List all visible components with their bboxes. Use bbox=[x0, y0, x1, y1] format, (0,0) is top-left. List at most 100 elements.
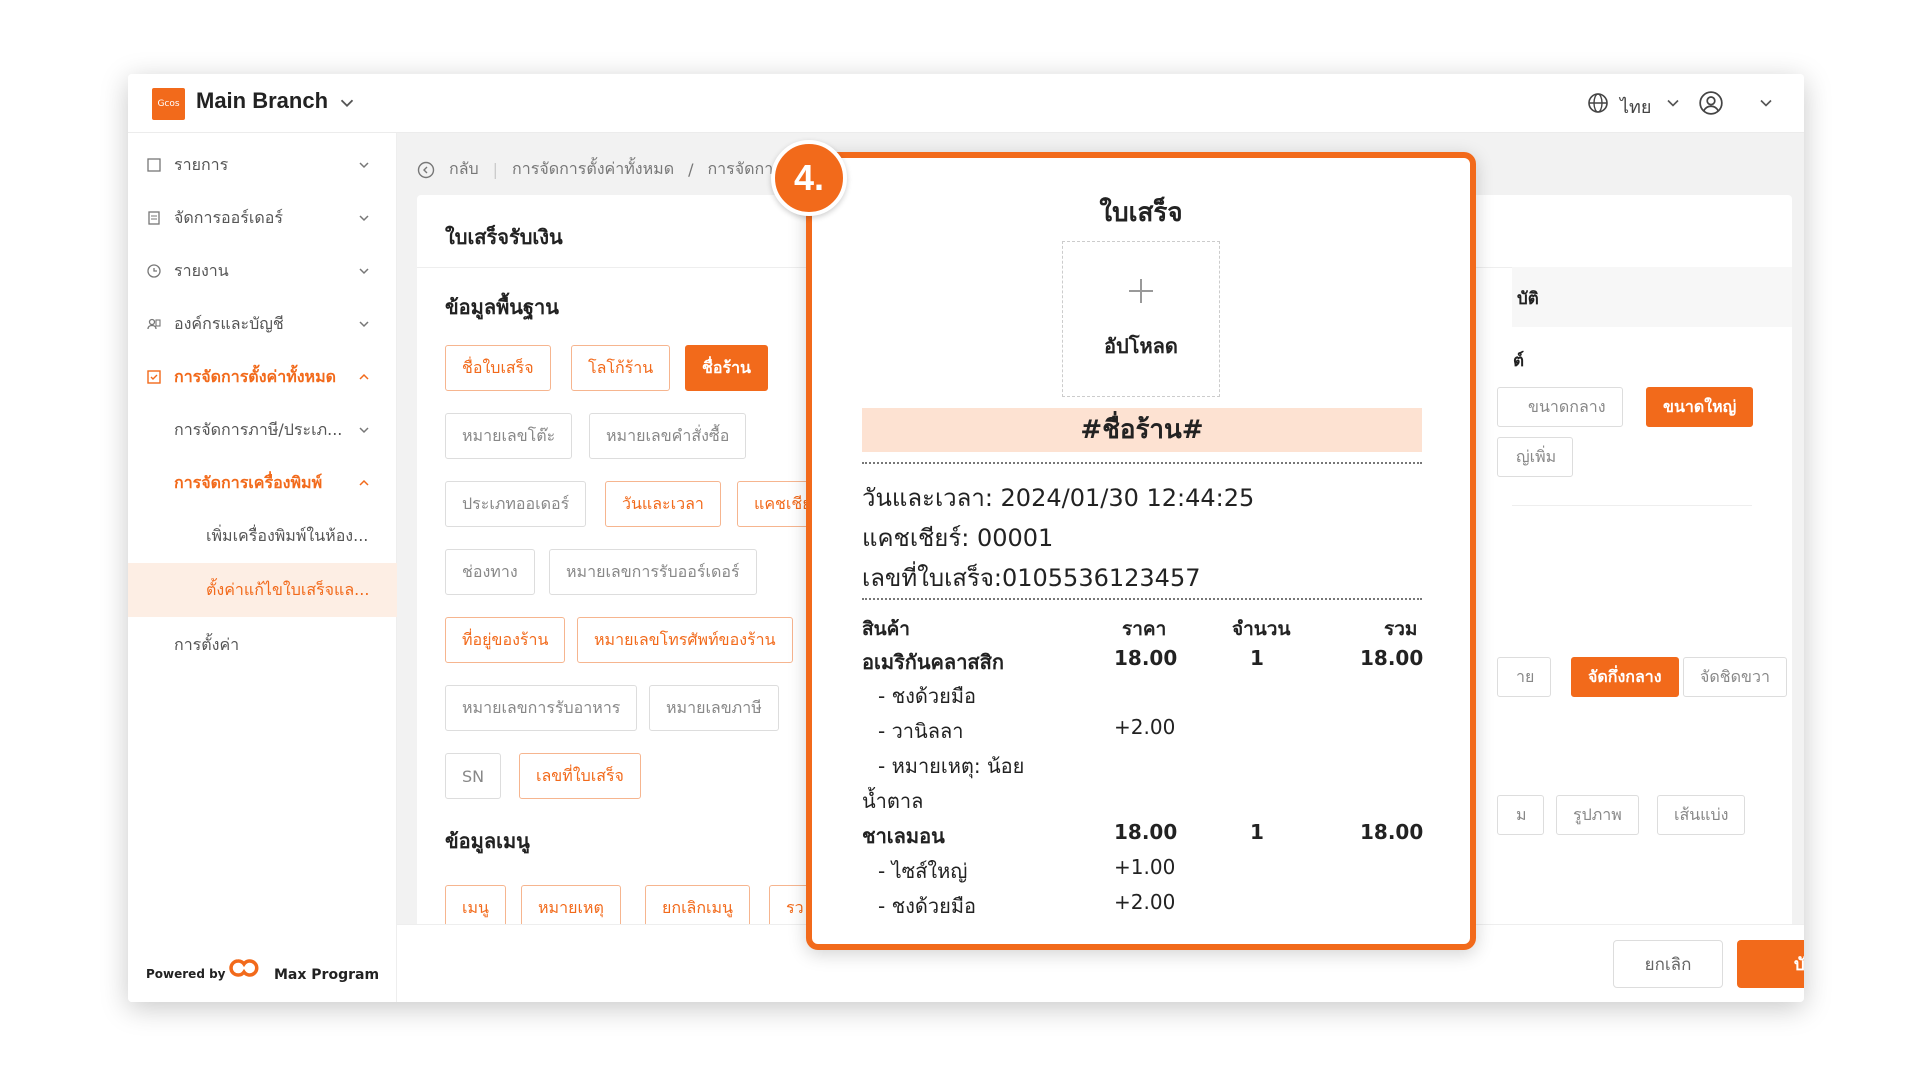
sidebar-item-label: องค์กรและบัญชี bbox=[174, 313, 284, 333]
chevron-up-icon bbox=[359, 479, 369, 486]
receipt-title: ใบเสร็จ bbox=[1099, 198, 1183, 228]
column-item: สินค้า bbox=[862, 618, 910, 640]
type-partial-option[interactable]: ม bbox=[1497, 795, 1544, 835]
breadcrumb-separator: | bbox=[492, 160, 499, 179]
size-medium-option[interactable]: ขนาดกลาง bbox=[1497, 387, 1623, 427]
back-link[interactable]: กลับ bbox=[449, 157, 479, 182]
cancel-button[interactable]: ยกเลิก bbox=[1613, 940, 1723, 988]
breadcrumb: กลับ | การจัดการตั้งค่าทั้งหมด / การจัดก… bbox=[417, 157, 782, 182]
sidebar-item-orders[interactable]: จัดการออร์เดอร์ bbox=[128, 192, 397, 244]
top-bar: Gcos Main Branch ไทย bbox=[128, 74, 1804, 133]
section-title-basic: ข้อมูลพื้นฐาน bbox=[445, 295, 559, 319]
back-arrow-icon[interactable] bbox=[417, 161, 435, 179]
item-price: 18.00 bbox=[1114, 820, 1178, 844]
sidebar-item-settings-management[interactable]: การจัดการตั้งค่าทั้งหมด bbox=[128, 351, 397, 403]
chip-shop-logo[interactable]: โลโก้ร้าน bbox=[571, 345, 671, 391]
size-extra-large-option[interactable]: ญ่เพิ่ม bbox=[1497, 437, 1574, 477]
receipt-shop-name: #ชื่อร้าน# bbox=[862, 408, 1422, 452]
item-modifier: - ชงด้วยมือ bbox=[878, 684, 977, 708]
chevron-down-icon bbox=[359, 427, 369, 434]
item-name: ชาเลมอน bbox=[862, 824, 945, 848]
chevron-up-icon bbox=[359, 373, 369, 380]
user-avatar-icon[interactable] bbox=[1698, 90, 1724, 116]
receipt-datetime: วันและเวลา: 2024/01/30 12:44:25 bbox=[862, 484, 1255, 512]
chevron-down-icon bbox=[359, 162, 369, 169]
chip-receipt-name[interactable]: ชื่อใบเสร็จ bbox=[445, 345, 551, 391]
chevron-down-icon[interactable] bbox=[1663, 93, 1683, 113]
upload-label: อัปโหลด bbox=[1104, 334, 1178, 358]
type-image-option[interactable]: รูปภาพ bbox=[1556, 795, 1639, 835]
globe-icon[interactable] bbox=[1586, 91, 1610, 115]
sidebar-item-label: การตั้งค่า bbox=[174, 634, 240, 654]
item-modifier: - ไซส์ใหญ่ bbox=[878, 859, 968, 883]
align-center-option[interactable]: จัดกึ่งกลาง bbox=[1571, 657, 1679, 697]
chevron-down-icon bbox=[359, 268, 369, 275]
chip-order-number[interactable]: หมายเลขคำสั่งซื้อ bbox=[589, 413, 747, 459]
chip-pickup-order-number[interactable]: หมายเลขการรับออร์เดอร์ bbox=[549, 549, 757, 595]
sidebar-item-label: เพิ่มเครื่องพิมพ์ในห้อง... bbox=[206, 525, 369, 545]
divider bbox=[1512, 505, 1752, 506]
sidebar-item-printer-management[interactable]: การจัดการเครื่องพิมพ์ bbox=[128, 457, 397, 509]
sidebar-item-label: ตั้งค่าแก้ไขใบเสร็จแล... bbox=[206, 579, 370, 599]
chip-sn[interactable]: SN bbox=[445, 753, 502, 799]
powered-by-label: Powered by bbox=[146, 967, 226, 981]
sidebar-item-organization[interactable]: องค์กรและบัญชี bbox=[128, 298, 397, 350]
chip-shop-address[interactable]: ที่อยู่ของร้าน bbox=[445, 617, 566, 663]
sidebar-item-tax-management[interactable]: การจัดการภาษี/ประเภ... bbox=[128, 404, 397, 456]
sidebar-item-label: การจัดการเครื่องพิมพ์ bbox=[174, 472, 323, 492]
save-button[interactable]: บันทึก bbox=[1737, 940, 1804, 988]
item-total: 18.00 bbox=[1360, 820, 1424, 844]
chip-channel[interactable]: ช่องทาง bbox=[445, 549, 535, 595]
dotted-divider bbox=[862, 598, 1422, 600]
align-left-option[interactable]: าย bbox=[1497, 657, 1552, 697]
align-right-option[interactable]: จัดชิดขวา bbox=[1683, 657, 1787, 697]
item-modifier: น้ำตาล bbox=[862, 789, 924, 813]
chevron-down-icon bbox=[359, 321, 369, 328]
sidebar-item-list[interactable]: รายการ bbox=[128, 139, 397, 191]
sidebar-item-add-printer[interactable]: เพิ่มเครื่องพิมพ์ในห้อง... bbox=[128, 510, 397, 562]
chevron-down-icon[interactable] bbox=[1756, 93, 1776, 113]
item-name: อเมริกันคลาสสิก bbox=[862, 650, 1004, 674]
users-icon bbox=[147, 318, 161, 330]
column-price: ราคา bbox=[1122, 618, 1167, 640]
sidebar-item-general-settings[interactable]: การตั้งค่า bbox=[128, 619, 397, 671]
settings-box-icon bbox=[147, 370, 161, 384]
properties-panel-header: บัติ bbox=[1512, 267, 1792, 327]
clipboard-icon bbox=[148, 211, 160, 225]
font-size-label: ต์ bbox=[1513, 351, 1525, 371]
section-title-menu: ข้อมูลเมนู bbox=[445, 829, 530, 853]
chevron-down-icon bbox=[359, 215, 369, 222]
item-qty: 1 bbox=[1250, 820, 1264, 844]
sidebar-item-label: จัดการออร์เดอร์ bbox=[174, 207, 283, 227]
sidebar-item-reports[interactable]: รายงาน bbox=[128, 245, 397, 297]
chevron-down-icon[interactable] bbox=[336, 92, 358, 114]
modifier-price: +2.00 bbox=[1114, 890, 1176, 914]
branch-selector[interactable]: Main Branch bbox=[196, 88, 328, 114]
chip-food-pickup-number[interactable]: หมายเลขการรับอาหาร bbox=[445, 685, 638, 731]
sidebar-item-receipt-settings[interactable]: ตั้งค่าแก้ไขใบเสร็จแล... bbox=[128, 563, 397, 617]
modifier-price: +1.00 bbox=[1114, 855, 1176, 879]
type-divider-option[interactable]: เส้นแบ่ง bbox=[1657, 795, 1746, 835]
modifier-price: +2.00 bbox=[1114, 715, 1176, 739]
chip-shop-name[interactable]: ชื่อร้าน bbox=[685, 345, 768, 391]
plus-icon bbox=[1129, 279, 1153, 303]
chip-order-type[interactable]: ประเภทออเดอร์ bbox=[445, 481, 587, 527]
chip-shop-phone[interactable]: หมายเลขโทรศัพท์ของร้าน bbox=[577, 617, 793, 663]
chip-tax-number[interactable]: หมายเลขภาษี bbox=[649, 685, 779, 731]
checkbox-icon bbox=[147, 158, 161, 172]
column-total: รวม bbox=[1384, 618, 1418, 640]
breadcrumb-level1[interactable]: การจัดการตั้งค่าทั้งหมด bbox=[512, 157, 674, 182]
chip-date-time[interactable]: วันและเวลา bbox=[605, 481, 721, 527]
chip-table-number[interactable]: หมายเลขโต๊ะ bbox=[445, 413, 573, 459]
item-qty: 1 bbox=[1250, 646, 1264, 670]
logo-upload-box[interactable]: อัปโหลด bbox=[1062, 241, 1220, 397]
size-large-option[interactable]: ขนาดใหญ่ bbox=[1646, 387, 1754, 427]
item-price: 18.00 bbox=[1114, 646, 1178, 670]
sidebar-item-label: รายการ bbox=[174, 154, 229, 174]
language-selector[interactable]: ไทย bbox=[1620, 92, 1651, 121]
item-modifier: - วานิลลา bbox=[878, 719, 964, 743]
properties-title: บัติ bbox=[1517, 289, 1539, 309]
breadcrumb-separator: / bbox=[688, 160, 694, 179]
chip-receipt-number[interactable]: เลขที่ใบเสร็จ bbox=[519, 753, 641, 799]
step-number-badge: 4. bbox=[771, 140, 847, 216]
